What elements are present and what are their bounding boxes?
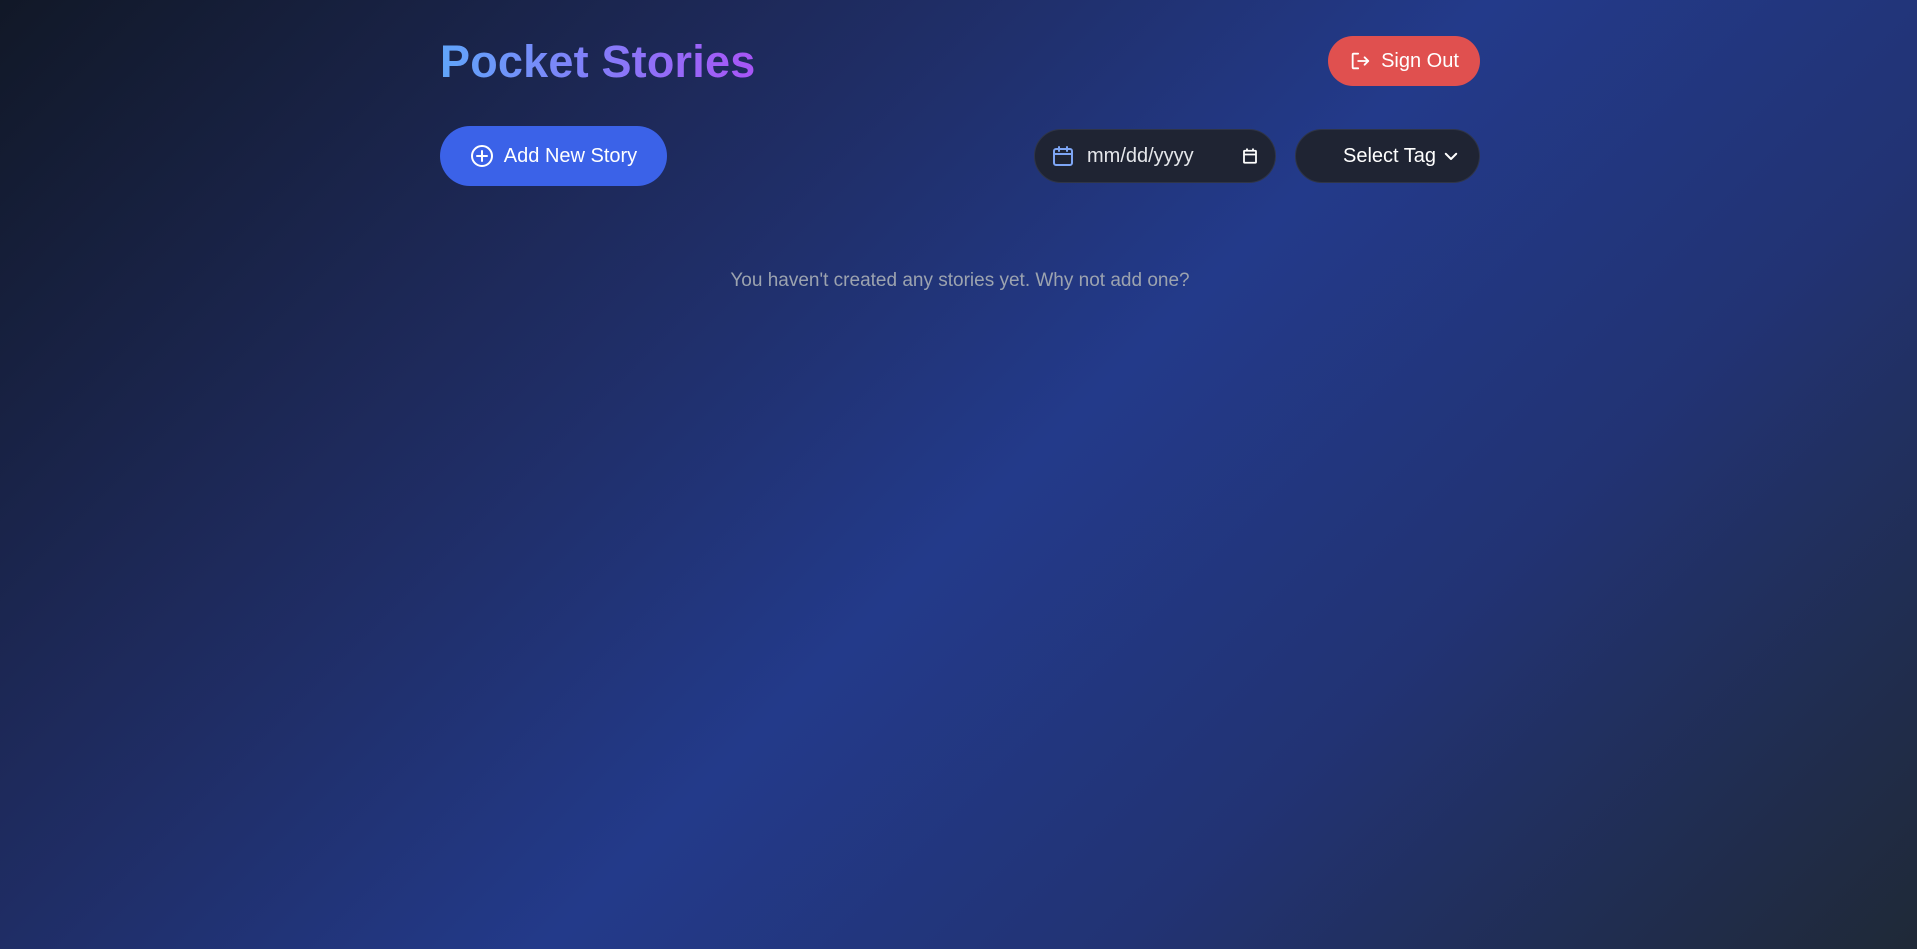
- header: Pocket Stories Sign Out: [440, 0, 1480, 126]
- toolbar: Add New Story mm/dd/yyyy Select Tag: [440, 126, 1480, 190]
- sign-out-icon: [1349, 50, 1371, 72]
- sign-out-button[interactable]: Sign Out: [1328, 36, 1480, 86]
- calendar-picker-icon[interactable]: [1241, 147, 1259, 165]
- plus-circle-icon: [470, 144, 494, 168]
- add-new-story-button[interactable]: Add New Story: [440, 126, 667, 186]
- app-title: Pocket Stories: [440, 36, 756, 87]
- sign-out-label: Sign Out: [1381, 49, 1459, 72]
- date-placeholder: mm/dd/yyyy: [1087, 144, 1194, 167]
- page-container: Pocket Stories Sign Out Add New Story mm…: [440, 0, 1480, 291]
- add-new-story-label: Add New Story: [503, 144, 638, 167]
- tag-select-value: Select Tag: [1342, 144, 1437, 167]
- date-filter-input[interactable]: mm/dd/yyyy: [1034, 129, 1276, 183]
- tag-select-dropdown[interactable]: Select Tag: [1295, 129, 1480, 183]
- chevron-down-icon: [1442, 147, 1460, 165]
- empty-state-message: You haven't created any stories yet. Why…: [730, 270, 1190, 291]
- calendar-icon: [1051, 144, 1075, 168]
